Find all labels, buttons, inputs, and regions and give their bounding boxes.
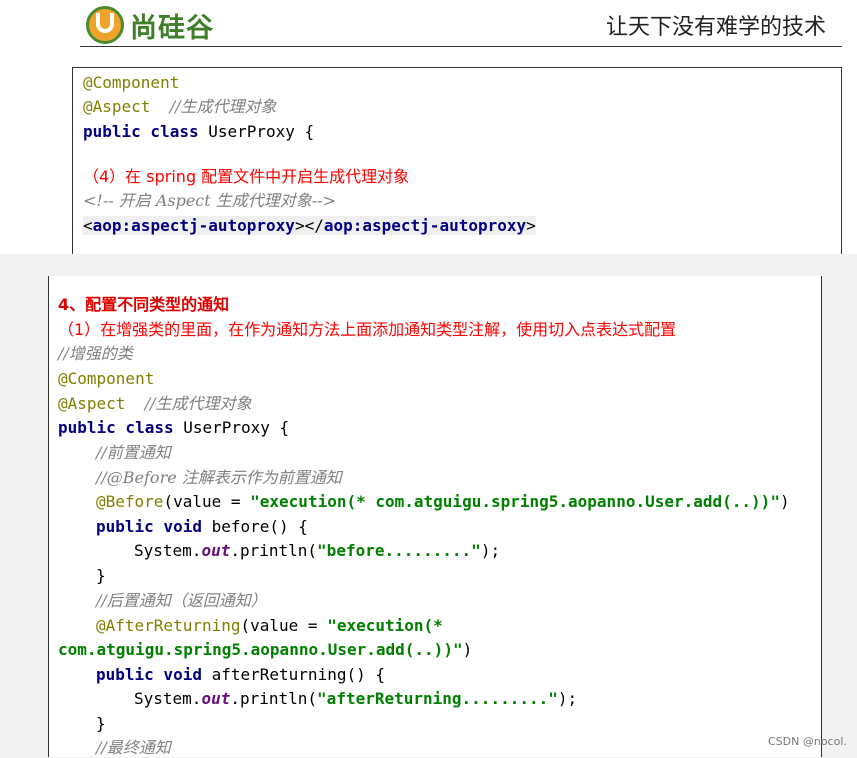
code-line: } (96, 566, 106, 585)
code-line: System.out.println("before........."); (134, 541, 501, 560)
code-line: @Aspect //生成代理对象 (58, 394, 252, 413)
slogan: 让天下没有难学的技术 (606, 15, 827, 40)
logo-u-icon (86, 6, 124, 44)
code-block-proxy-config: @Component @Aspect //生成代理对象 public class… (72, 67, 842, 254)
code-line: public void afterReturning() { (96, 665, 385, 684)
step-heading: （4）在 spring 配置文件中开启生成代理对象 (83, 167, 410, 186)
logo-text: 尚硅谷 (130, 12, 214, 44)
code-line: //最终通知 (96, 738, 171, 757)
code-line: //前置通知 (96, 443, 171, 462)
code-line: public class UserProxy { (58, 418, 290, 437)
xml-element: <aop:aspectj-autoproxy></aop:aspectj-aut… (83, 216, 536, 235)
code-line: @Aspect //生成代理对象 (83, 97, 277, 116)
code-line: System.out.println("afterReturning......… (134, 689, 578, 708)
code-line: @Component (58, 369, 155, 388)
page-header: 尚硅谷 让天下没有难学的技术 (0, 0, 857, 58)
code-line: //@Before 注解表示作为前置通知 (96, 468, 342, 487)
header-divider (80, 46, 842, 47)
code-line: com.atguigu.spring5.aopanno.User.add(..)… (58, 640, 473, 659)
code-line: public void before() { (96, 517, 308, 536)
section-title: 4、配置不同类型的通知 (58, 295, 230, 314)
code-line: } (96, 714, 106, 733)
code-line: @AfterReturning(value = "execution(* (96, 616, 443, 635)
code-line: //增强的类 (58, 344, 133, 363)
code-line: @Component (83, 73, 180, 92)
watermark: CSDN @nocol. (768, 735, 847, 748)
code-line: //后置通知（返回通知） (96, 591, 267, 610)
code-block-advice-types: 4、配置不同类型的通知 （1）在增强类的里面，在作为通知方法上面添加通知类型注解… (48, 276, 822, 757)
code-line: public class UserProxy { (83, 122, 315, 141)
top-panel: 尚硅谷 让天下没有难学的技术 @Component @Aspect //生成代理… (0, 0, 857, 254)
code-line: @Before(value = "execution(* com.atguigu… (96, 492, 790, 511)
logo: 尚硅谷 (86, 4, 214, 46)
section-subtitle: （1）在增强类的里面，在作为通知方法上面添加通知类型注解，使用切入点表达式配置 (58, 320, 677, 339)
xml-comment: <!-- 开启 Aspect 生成代理对象--> (83, 191, 336, 210)
